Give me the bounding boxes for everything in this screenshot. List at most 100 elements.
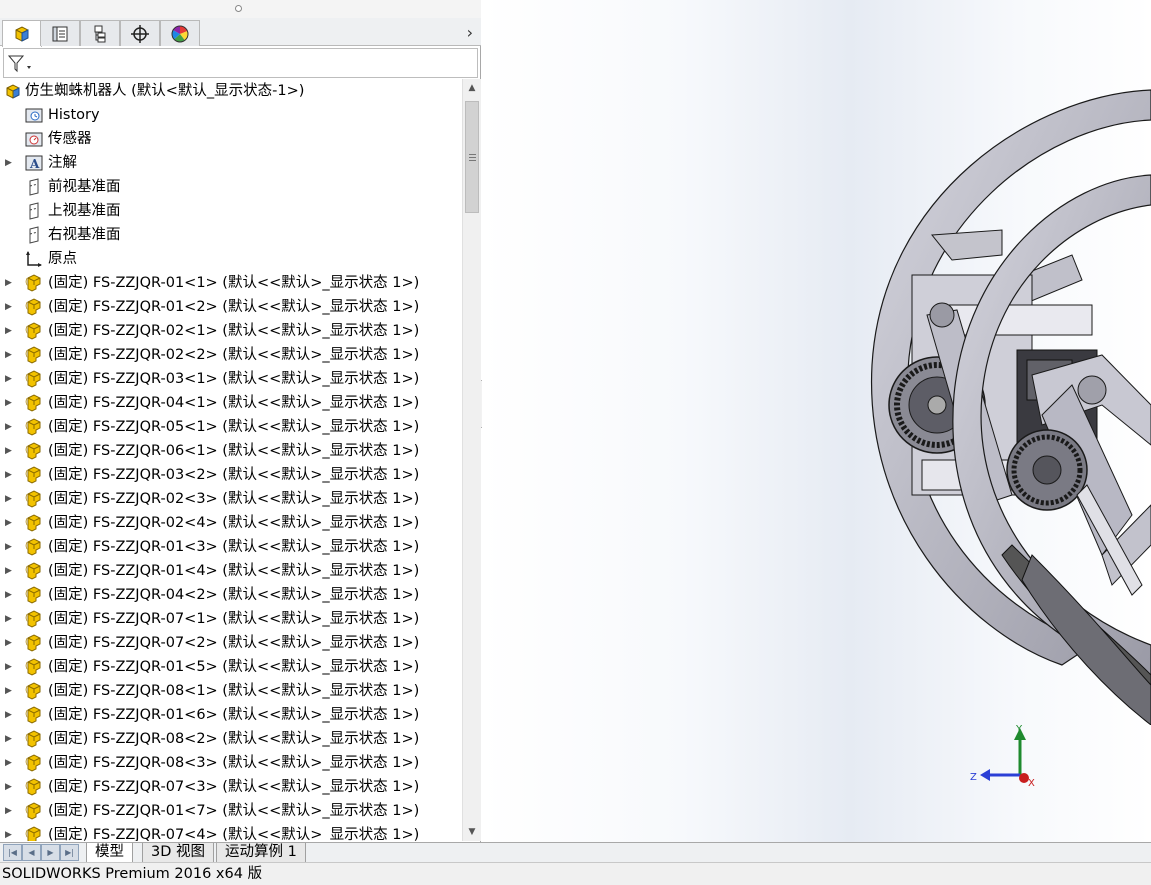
expand-arrow-icon[interactable]: ▶: [5, 751, 15, 775]
origin-icon: [26, 251, 42, 267]
tree-item-component[interactable]: ▶ ((固定) FS-ZZJQR-01<4> (默认<<默认>_显示状态 1>): [0, 559, 462, 583]
svg-text:(: (: [25, 277, 28, 286]
tree-item-component[interactable]: ▶ ( (固定) FS-ZZJQR-08<2> (默认<<默认>_显示状态 1>): [0, 727, 462, 751]
tree-item[interactable]: ▶ A 注解: [0, 151, 462, 175]
tree-item[interactable]: 传感器: [0, 127, 462, 151]
tree-item-label: (固定) FS-ZZJQR-02<4> (默认<<默认>_显示状态 1>): [48, 515, 420, 531]
expand-arrow-icon[interactable]: ▶: [5, 703, 15, 727]
tree-item-label: (固定) FS-ZZJQR-04<1> (默认<<默认>_显示状态 1>): [48, 395, 420, 411]
tree-item-component[interactable]: ▶ ((固定) FS-ZZJQR-08<1> (默认<<默认>_显示状态 1>): [0, 679, 462, 703]
expand-arrow-icon[interactable]: ▶: [5, 631, 15, 655]
tree-item-component[interactable]: ▶ ( (固定) FS-ZZJQR-01<5> (默认<<默认>_显示状态 1>): [0, 655, 462, 679]
tree-item[interactable]: History: [0, 103, 462, 127]
prev-tab-button[interactable]: ◀: [22, 844, 41, 861]
graphics-area[interactable]: Y Z X: [482, 0, 1151, 842]
scroll-down-icon[interactable]: ▼: [463, 823, 481, 841]
tree-item-label: (固定) FS-ZZJQR-01<5> (默认<<默认>_显示状态 1>): [48, 659, 420, 675]
expand-arrow-icon[interactable]: ▶: [5, 343, 15, 367]
scroll-thumb[interactable]: [465, 101, 479, 213]
configurationmanager-tab[interactable]: [80, 20, 120, 46]
part-icon: (: [25, 418, 41, 436]
tree-filter[interactable]: [3, 48, 478, 78]
tree-item[interactable]: 原点: [0, 247, 462, 271]
expand-arrow-icon[interactable]: ▶: [5, 439, 15, 463]
tree-item-component[interactable]: ▶ ((固定) FS-ZZJQR-01<7> (默认<<默认>_显示状态 1>): [0, 799, 462, 823]
tree-item-component[interactable]: ▶ ((固定) FS-ZZJQR-07<1> (默认<<默认>_显示状态 1>): [0, 607, 462, 631]
tab-model[interactable]: 模型: [86, 843, 133, 863]
tree-item-component[interactable]: ▶ ((固定) FS-ZZJQR-02<4> (默认<<默认>_显示状态 1>): [0, 511, 462, 535]
svg-text:(: (: [25, 325, 28, 334]
tree-item-label: (固定) FS-ZZJQR-01<7> (默认<<默认>_显示状态 1>): [48, 803, 420, 819]
plane-icon: [29, 178, 39, 196]
expand-arrow-icon[interactable]: ▶: [5, 295, 15, 319]
tree-root-assembly[interactable]: 仿生蜘蛛机器人 (默认<默认_显示状态-1>): [0, 79, 462, 103]
tree-item-label: (固定) FS-ZZJQR-08<2> (默认<<默认>_显示状态 1>): [48, 731, 420, 747]
tree-item-component[interactable]: ▶ ((固定) FS-ZZJQR-01<2> (默认<<默认>_显示状态 1>): [0, 295, 462, 319]
tree-item-component[interactable]: ▶ ((固定) FS-ZZJQR-04<1> (默认<<默认>_显示状态 1>): [0, 391, 462, 415]
tree-item-component[interactable]: ▶ ((固定) FS-ZZJQR-04<2> (默认<<默认>_显示状态 1>): [0, 583, 462, 607]
spider-robot-model[interactable]: [842, 85, 1151, 725]
expand-arrow-icon[interactable]: ▶: [5, 679, 15, 703]
filter-icon[interactable]: [7, 54, 33, 74]
tree-item-component[interactable]: ▶ ((固定) FS-ZZJQR-03<2> (默认<<默认>_显示状态 1>): [0, 463, 462, 487]
svg-text:(: (: [25, 661, 28, 670]
expand-arrow-icon[interactable]: ▶: [5, 559, 15, 583]
expand-arrow-icon[interactable]: ▶: [5, 271, 15, 295]
tree-item-component[interactable]: ▶ ((固定) FS-ZZJQR-01<1> (默认<<默认>_显示状态 1>): [0, 271, 462, 295]
panel-grip[interactable]: [0, 0, 481, 18]
tree-item-component[interactable]: ▶ ((固定) FS-ZZJQR-01<3> (默认<<默认>_显示状态 1>): [0, 535, 462, 559]
part-icon: (: [25, 322, 41, 340]
tree-item-component[interactable]: ▶ ((固定) FS-ZZJQR-02<3> (默认<<默认>_显示状态 1>): [0, 487, 462, 511]
expand-arrow-icon[interactable]: ▶: [5, 799, 15, 823]
tree-scrollbar[interactable]: ▲ ▼: [462, 79, 481, 841]
propertymanager-tab[interactable]: [40, 20, 80, 46]
svg-text:(: (: [25, 469, 28, 478]
featuremanager-tab[interactable]: [2, 20, 42, 47]
expand-arrow-icon[interactable]: ▶: [5, 415, 15, 439]
tree-item-component[interactable]: ▶ ((固定) FS-ZZJQR-07<2> (默认<<默认>_显示状态 1>): [0, 631, 462, 655]
expand-arrow-icon[interactable]: ▶: [5, 391, 15, 415]
tree-item[interactable]: 右视基准面: [0, 223, 462, 247]
expand-arrow-icon[interactable]: ▶: [5, 511, 15, 535]
part-icon: (: [25, 706, 41, 724]
expand-panel-button[interactable]: ›: [467, 23, 473, 42]
tab-3d-view[interactable]: 3D 视图: [142, 843, 214, 863]
tree-item-component[interactable]: ▶ ((固定) FS-ZZJQR-06<1> (默认<<默认>_显示状态 1>): [0, 439, 462, 463]
tree-item-component[interactable]: ▶ ((固定) FS-ZZJQR-02<1> (默认<<默认>_显示状态 1>): [0, 319, 462, 343]
display-manager-tab[interactable]: [160, 20, 200, 46]
tree-item[interactable]: 上视基准面: [0, 199, 462, 223]
next-tab-button[interactable]: ▶: [41, 844, 60, 861]
dimxpert-tab[interactable]: [120, 20, 160, 46]
expand-arrow-icon[interactable]: ▶: [5, 583, 15, 607]
tree-item-component[interactable]: ▶ ((固定) FS-ZZJQR-08<3> (默认<<默认>_显示状态 1>): [0, 751, 462, 775]
tree-item-component[interactable]: ▶ ((固定) FS-ZZJQR-02<2> (默认<<默认>_显示状态 1>): [0, 343, 462, 367]
expand-arrow-icon[interactable]: ▶: [5, 463, 15, 487]
last-tab-button[interactable]: ▶|: [60, 844, 79, 861]
expand-arrow-icon[interactable]: ▶: [5, 823, 15, 841]
tree-item-component[interactable]: ▶ ((固定) FS-ZZJQR-07<3> (默认<<默认>_显示状态 1>): [0, 775, 462, 799]
expand-arrow-icon[interactable]: ▶: [5, 319, 15, 343]
svg-text:(: (: [25, 493, 28, 502]
tree-item-component[interactable]: ▶ ((固定) FS-ZZJQR-03<1> (默认<<默认>_显示状态 1>): [0, 367, 462, 391]
property-list-icon: [52, 26, 68, 41]
tree-item-component[interactable]: ▶ ((固定) FS-ZZJQR-07<4> (默认<<默认>_显示状态 1>): [0, 823, 462, 841]
tab-motion-study[interactable]: 运动算例 1: [216, 843, 306, 863]
expand-arrow-icon[interactable]: ▶: [5, 535, 15, 559]
tree-item-component[interactable]: ▶ ((固定) FS-ZZJQR-05<1> (默认<<默认>_显示状态 1>): [0, 415, 462, 439]
expand-arrow-icon[interactable]: ▶: [5, 655, 15, 679]
expand-arrow-icon[interactable]: ▶: [5, 607, 15, 631]
svg-text:(: (: [25, 349, 28, 358]
expand-arrow-icon[interactable]: ▶: [5, 487, 15, 511]
expand-arrow-icon[interactable]: ▶: [5, 151, 15, 175]
tree-item-component[interactable]: ▶ ((固定) FS-ZZJQR-01<6> (默认<<默认>_显示状态 1>): [0, 703, 462, 727]
tree-item[interactable]: 前视基准面: [0, 175, 462, 199]
expand-arrow-icon[interactable]: ▶: [5, 775, 15, 799]
bottom-tab-bar: |◀ ◀ ▶ ▶| 模型 3D 视图 运动算例 1: [0, 842, 1151, 863]
tree-item-label: 原点: [48, 251, 77, 267]
part-icon: (: [25, 730, 41, 748]
expand-arrow-icon[interactable]: ▶: [5, 727, 15, 751]
first-tab-button[interactable]: |◀: [3, 844, 22, 861]
scroll-up-icon[interactable]: ▲: [463, 79, 481, 97]
expand-arrow-icon[interactable]: ▶: [5, 367, 15, 391]
tree-item-label: 上视基准面: [48, 203, 121, 219]
